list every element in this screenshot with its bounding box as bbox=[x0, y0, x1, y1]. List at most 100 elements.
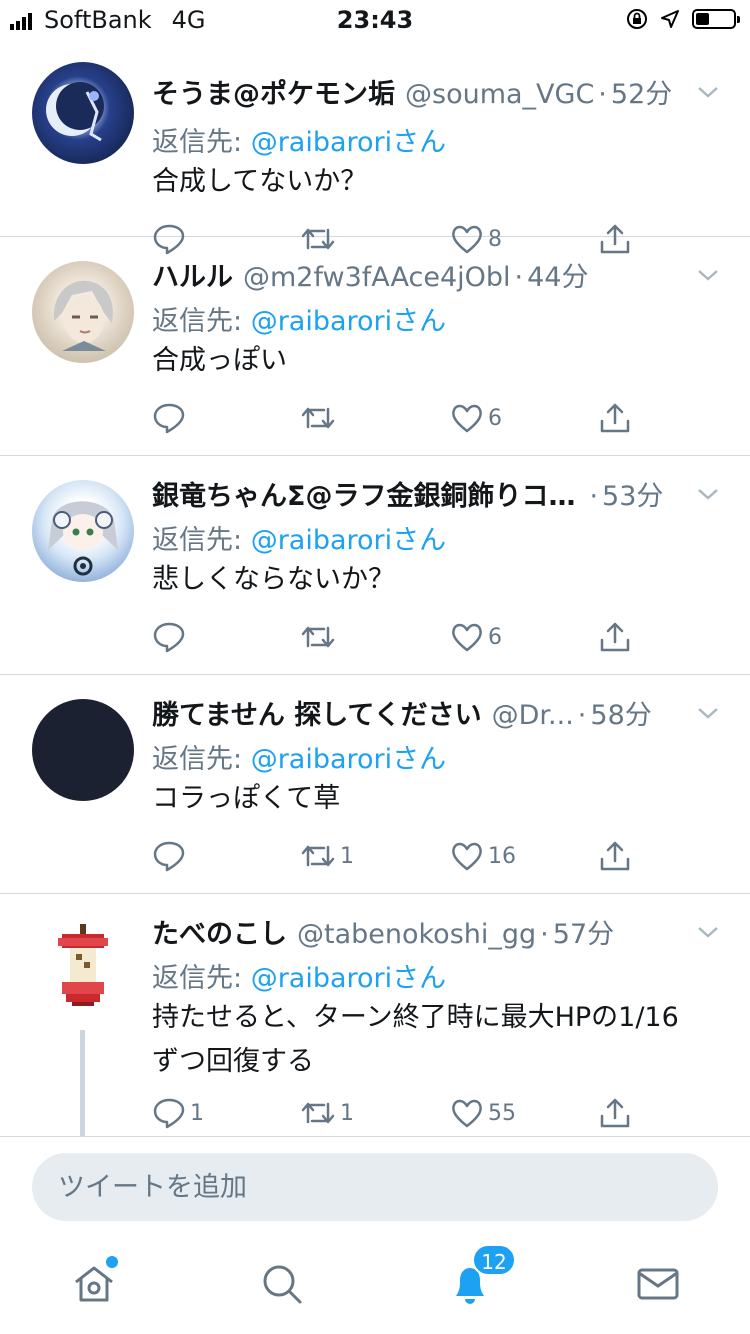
retweet-count: 1 bbox=[340, 843, 354, 869]
new-tweets-dot bbox=[106, 1256, 118, 1268]
handle[interactable]: @m2fw3fAAce4jObl bbox=[243, 262, 511, 293]
reply-button[interactable] bbox=[152, 839, 190, 873]
display-name[interactable]: たべのこし bbox=[152, 912, 287, 951]
share-button[interactable] bbox=[598, 1096, 632, 1130]
reply-to-label: 返信先: bbox=[152, 306, 251, 337]
like-count: 16 bbox=[488, 843, 516, 869]
like-button[interactable]: 55 bbox=[450, 1096, 516, 1130]
compose-bar bbox=[0, 1136, 750, 1234]
share-button[interactable] bbox=[598, 839, 632, 873]
orientation-lock-icon bbox=[627, 9, 647, 29]
share-button[interactable] bbox=[598, 620, 632, 654]
reply-button[interactable] bbox=[152, 620, 190, 654]
tweet[interactable]: たべのこし @tabenokoshi_gg · 57分 返信先: @raibar… bbox=[0, 894, 750, 1136]
like-button[interactable]: 6 bbox=[450, 401, 502, 435]
tweet[interactable]: ハルル @m2fw3fAAce4jObl · 44分 返信先: @raibaro… bbox=[0, 237, 750, 456]
avatar[interactable] bbox=[32, 261, 134, 363]
reply-mention[interactable]: @raibaroriさん bbox=[251, 744, 446, 775]
tab-messages[interactable] bbox=[628, 1258, 688, 1318]
chevron-down-icon[interactable] bbox=[696, 701, 720, 725]
reply-to: 返信先: @raibaroriさん bbox=[152, 299, 446, 338]
reply-icon bbox=[153, 841, 185, 872]
share-icon bbox=[600, 1098, 630, 1128]
timestamp[interactable]: 58分 bbox=[590, 693, 651, 732]
home-icon bbox=[75, 1266, 113, 1302]
like-count: 6 bbox=[488, 624, 502, 650]
reply-to: 返信先: @raibaroriさん bbox=[152, 518, 446, 557]
tweet-text: 合成っぽい bbox=[152, 345, 287, 376]
retweet-icon bbox=[301, 1102, 335, 1124]
tweet-text: 悲しくならないか？ bbox=[152, 564, 395, 595]
tweet-actions: 1 1 55 bbox=[152, 1096, 672, 1136]
reply-icon bbox=[153, 403, 185, 434]
reply-to: 返信先: @raibaroriさん bbox=[152, 120, 446, 159]
tweet-actions: 6 bbox=[152, 401, 672, 441]
reply-mention[interactable]: @raibaroriさん bbox=[251, 306, 446, 337]
avatar[interactable] bbox=[32, 62, 134, 164]
share-icon bbox=[600, 841, 630, 871]
reply-to-label: 返信先: bbox=[152, 525, 251, 556]
display-name[interactable]: 勝てません 探してください bbox=[152, 693, 482, 732]
thread-line bbox=[80, 1030, 85, 1136]
chevron-down-icon[interactable] bbox=[696, 482, 720, 506]
tweet[interactable]: 銀竜ちゃんΣ@ラフ金銀銅飾りコ… · 53分 返信先: @raibaroriさん… bbox=[0, 456, 750, 675]
avatar[interactable] bbox=[32, 480, 134, 582]
reply-to-label: 返信先: bbox=[152, 963, 251, 994]
retweet-button[interactable]: 1 bbox=[300, 1096, 354, 1130]
timestamp[interactable]: 57分 bbox=[553, 912, 614, 951]
battery-level bbox=[696, 13, 709, 25]
tab-notifications[interactable]: 12 bbox=[440, 1244, 516, 1318]
avatar[interactable] bbox=[32, 918, 134, 1020]
handle[interactable]: @tabenokoshi_gg bbox=[297, 919, 536, 950]
handle[interactable]: @souma_VGC bbox=[405, 79, 594, 110]
separator: · bbox=[589, 481, 599, 512]
tweet-text: 持たせると、ターン終了時に最大HPの1/16ずつ回復する bbox=[152, 1002, 679, 1077]
separator: · bbox=[540, 919, 549, 950]
like-count: 55 bbox=[488, 1100, 516, 1126]
timestamp[interactable]: 52分 bbox=[611, 72, 672, 111]
separator: · bbox=[514, 262, 524, 293]
reply-button[interactable] bbox=[152, 401, 190, 435]
reply-mention[interactable]: @raibaroriさん bbox=[251, 127, 446, 158]
notification-count-badge: 12 bbox=[472, 1244, 516, 1276]
tweet-text: コラっぽくて草 bbox=[152, 783, 341, 814]
tweet[interactable]: そうま@ポケモン垢 @souma_VGC · 52分 返信先: @raibaro… bbox=[0, 40, 750, 255]
search-icon bbox=[263, 1265, 302, 1304]
reply-mention[interactable]: @raibaroriさん bbox=[251, 963, 446, 994]
timestamp[interactable]: 44分 bbox=[527, 255, 588, 294]
heart-icon bbox=[452, 842, 482, 871]
chevron-down-icon[interactable] bbox=[696, 263, 720, 287]
reply-count: 1 bbox=[190, 1100, 204, 1126]
avatar[interactable] bbox=[32, 699, 134, 801]
reply-button[interactable]: 1 bbox=[152, 1096, 204, 1130]
retweet-button[interactable] bbox=[300, 620, 340, 654]
separator: · bbox=[577, 700, 587, 731]
like-button[interactable]: 6 bbox=[450, 620, 502, 654]
display-name[interactable]: そうま@ポケモン垢 bbox=[152, 72, 395, 111]
handle[interactable]: @Dr... bbox=[492, 700, 574, 731]
status-bar: SoftBank 4G 23:43 bbox=[0, 0, 750, 40]
tweet-actions: 6 bbox=[152, 620, 672, 660]
retweet-icon bbox=[301, 626, 335, 648]
like-button[interactable]: 16 bbox=[450, 839, 516, 873]
tweet[interactable]: 勝てません 探してください @Dr... · 58分 返信先: @raibaro… bbox=[0, 675, 750, 894]
reply-icon bbox=[153, 1098, 185, 1129]
chevron-down-icon[interactable] bbox=[696, 80, 720, 104]
retweet-button[interactable]: 1 bbox=[300, 839, 354, 873]
heart-icon bbox=[452, 623, 482, 652]
tab-home[interactable] bbox=[64, 1256, 124, 1318]
reply-compose-input[interactable] bbox=[32, 1153, 718, 1221]
timestamp[interactable]: 53分 bbox=[602, 474, 663, 513]
tab-search[interactable] bbox=[252, 1258, 312, 1318]
display-name[interactable]: ハルル bbox=[152, 255, 233, 294]
share-button[interactable] bbox=[598, 401, 632, 435]
chevron-down-icon[interactable] bbox=[696, 920, 720, 944]
reply-mention[interactable]: @raibaroriさん bbox=[251, 525, 446, 556]
reply-to: 返信先: @raibaroriさん bbox=[152, 956, 446, 995]
reply-timeline[interactable]: そうま@ポケモン垢 @souma_VGC · 52分 返信先: @raibaro… bbox=[0, 40, 750, 1136]
tweet-text: 合成してないか？ bbox=[152, 166, 368, 197]
location-icon bbox=[661, 10, 679, 28]
display-name[interactable]: 銀竜ちゃんΣ@ラフ金銀銅飾りコ… bbox=[152, 474, 575, 513]
retweet-button[interactable] bbox=[300, 401, 340, 435]
tweet-actions: 1 16 bbox=[152, 839, 672, 879]
